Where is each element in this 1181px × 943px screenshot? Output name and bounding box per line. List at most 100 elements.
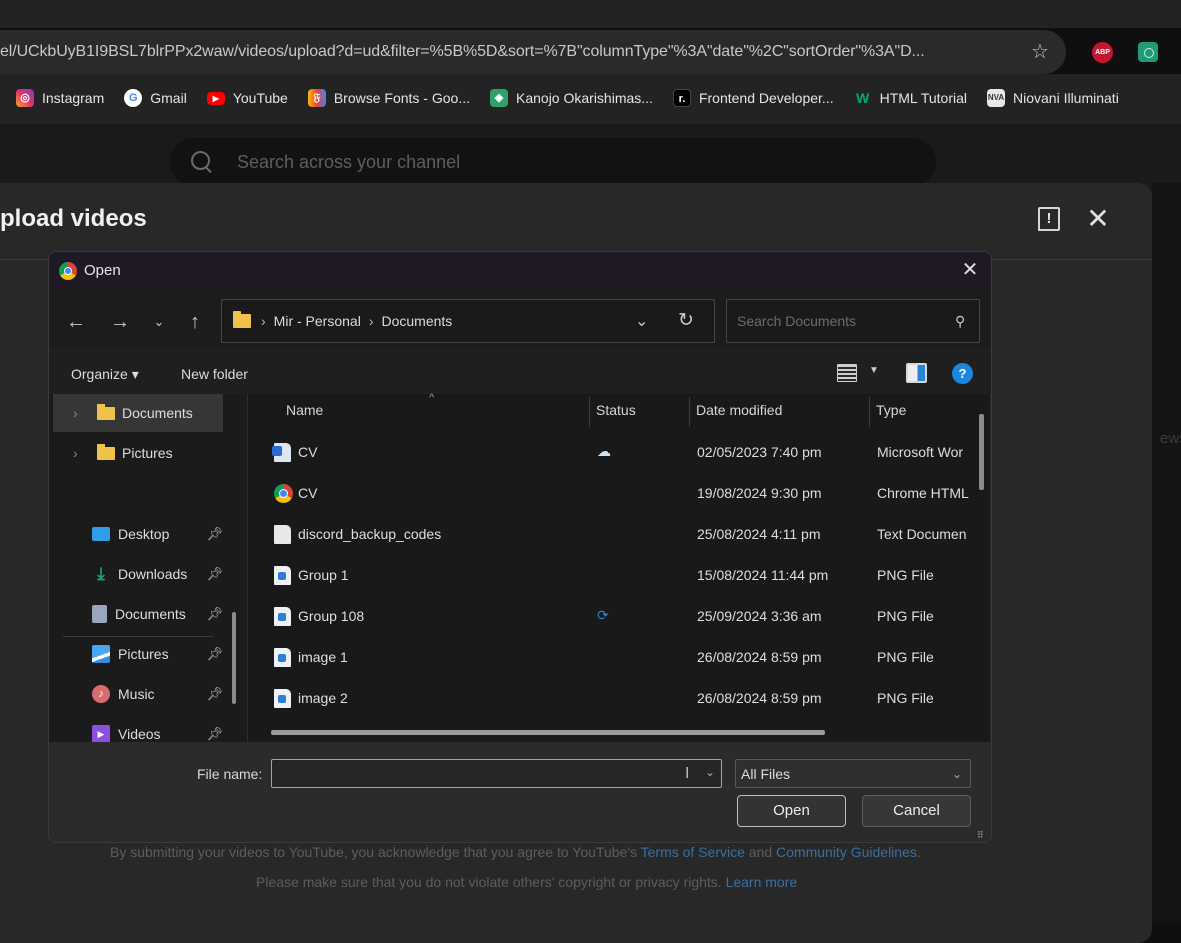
cloud-status-icon: ☁ xyxy=(597,443,611,459)
column-header-type[interactable]: Type xyxy=(876,402,906,418)
nav-tree-documents[interactable]: › Documents xyxy=(53,394,223,432)
view-options-icon[interactable] xyxy=(837,364,857,382)
column-divider[interactable] xyxy=(869,397,870,427)
organize-button[interactable]: Organize ▾ xyxy=(71,366,139,383)
column-divider[interactable] xyxy=(589,397,590,427)
new-folder-button[interactable]: New folder xyxy=(181,366,248,382)
file-row[interactable]: Group 108 ⟳ 25/09/2024 3:36 am PNG File xyxy=(248,596,978,637)
search-icon xyxy=(191,151,213,173)
channel-search-input[interactable]: Search across your channel xyxy=(170,138,936,186)
address-bar[interactable]: el/UCkbUyB1I9BSL7blrPPx2waw/videos/uploa… xyxy=(0,30,1066,74)
quick-access-downloads[interactable]: ⤓ Downloads 📌︎ xyxy=(49,555,225,593)
folder-icon xyxy=(97,443,115,460)
column-divider[interactable] xyxy=(689,397,690,427)
feedback-icon[interactable]: ! xyxy=(1038,207,1060,231)
dialog-close-button[interactable]: ✕ xyxy=(959,259,981,281)
resize-grip-icon[interactable]: ⠿ xyxy=(977,830,987,840)
file-name-input[interactable] xyxy=(271,759,722,788)
chevron-down-icon: ⌄ xyxy=(951,766,962,781)
terms-of-service-link[interactable]: Terms of Service xyxy=(641,844,745,860)
open-button[interactable]: Open xyxy=(737,795,846,827)
breadcrumb-separator: › xyxy=(368,313,374,329)
bookmark-youtube[interactable]: ▶ YouTube xyxy=(206,90,288,106)
close-icon[interactable]: ✕ xyxy=(1085,205,1111,233)
quick-access-desktop[interactable]: Desktop 📌︎ xyxy=(49,515,225,553)
help-icon[interactable]: ? xyxy=(952,363,973,384)
pin-icon[interactable]: 📌︎ xyxy=(206,686,223,702)
youtube-icon: ▶ xyxy=(206,91,225,105)
copyright-notice: Please make sure that you do not violate… xyxy=(256,874,798,890)
preview-pane-icon[interactable] xyxy=(906,363,927,383)
back-arrow-icon[interactable]: ← xyxy=(64,310,88,334)
up-arrow-icon[interactable]: ↑ xyxy=(183,310,207,334)
pin-icon[interactable]: 📌︎ xyxy=(206,646,223,662)
nav-scrollbar[interactable] xyxy=(232,612,236,704)
file-row[interactable]: image 2 26/08/2024 8:59 pm PNG File xyxy=(248,678,978,719)
w3schools-icon: W xyxy=(855,90,870,106)
learn-more-link[interactable]: Learn more xyxy=(726,874,798,890)
bookmark-kanojo[interactable]: ◈ Kanojo Okarishimas... xyxy=(490,89,653,107)
bookmark-google-fonts[interactable]: 𝔉 Browse Fonts - Goo... xyxy=(307,89,470,107)
text-file-icon xyxy=(274,525,291,544)
google-fonts-icon: 𝔉 xyxy=(307,89,326,107)
pin-icon[interactable]: 📌︎ xyxy=(206,726,223,742)
view-options-caret-icon[interactable]: ▼ xyxy=(869,365,879,376)
file-row[interactable]: CV 19/08/2024 9:30 pm Chrome HTML xyxy=(248,473,978,514)
column-header-name[interactable]: Name xyxy=(286,402,323,418)
adblock-extension-icon[interactable]: ABP xyxy=(1092,42,1113,63)
file-row[interactable]: discord_backup_codes 25/08/2024 4:11 pm … xyxy=(248,514,978,555)
png-file-icon xyxy=(274,689,291,708)
file-name-history-chevron-icon[interactable]: ⌄ xyxy=(705,765,715,779)
bookmark-niovani[interactable]: NVA Niovani Illuminati xyxy=(986,89,1119,107)
address-dropdown-chevron-icon[interactable]: ⌄ xyxy=(635,311,648,331)
column-header-status[interactable]: Status xyxy=(596,402,636,418)
breadcrumb-mir-personal[interactable]: Mir - Personal xyxy=(274,313,361,329)
search-documents-input[interactable]: Search Documents ⚲ xyxy=(726,299,980,343)
cancel-button[interactable]: Cancel xyxy=(862,795,971,827)
file-list-vertical-scrollbar[interactable] xyxy=(979,414,984,490)
refresh-icon[interactable]: ↻ xyxy=(678,309,694,332)
png-file-icon xyxy=(274,607,291,626)
file-list-horizontal-scrollbar[interactable] xyxy=(271,730,825,735)
file-type-select[interactable]: All Files ⌄ xyxy=(735,759,971,788)
search-icon: ⚲ xyxy=(954,312,965,329)
folder-icon xyxy=(97,403,115,420)
music-icon: ♪ xyxy=(92,685,110,703)
file-row[interactable]: CV ☁ 02/05/2023 7:40 pm Microsoft Wor xyxy=(248,432,978,473)
chrome-icon xyxy=(59,262,77,280)
quick-access-pictures[interactable]: Pictures 📌︎ xyxy=(49,635,225,673)
file-row[interactable]: Group 1 15/08/2024 11:44 pm PNG File xyxy=(248,555,978,596)
pin-icon[interactable]: 📌︎ xyxy=(206,526,223,542)
google-icon: G xyxy=(124,89,143,107)
chrome-html-icon xyxy=(274,484,293,503)
quick-access-music[interactable]: ♪ Music 📌︎ xyxy=(49,675,225,713)
dialog-titlebar[interactable] xyxy=(49,252,991,290)
bookmark-instagram[interactable]: ◎ Instagram xyxy=(16,89,104,107)
png-file-icon xyxy=(274,648,291,667)
file-row[interactable]: image 1 26/08/2024 8:59 pm PNG File xyxy=(248,637,978,678)
url-text[interactable]: el/UCkbUyB1I9BSL7blrPPx2waw/videos/uploa… xyxy=(0,43,1015,61)
pin-icon[interactable]: 📌︎ xyxy=(206,606,223,622)
bookmark-frontend-mentor[interactable]: r. Frontend Developer... xyxy=(672,89,834,107)
text-cursor-icon: I xyxy=(685,765,690,782)
nav-tree-pictures[interactable]: › Pictures xyxy=(49,434,239,472)
pin-icon[interactable]: 📌︎ xyxy=(206,566,223,582)
page-background-right xyxy=(1152,183,1181,923)
legal-notice: By submitting your videos to YouTube, yo… xyxy=(110,844,921,860)
forward-arrow-icon[interactable]: → xyxy=(108,310,132,334)
expand-chevron-icon[interactable]: › xyxy=(73,405,85,421)
desktop-icon xyxy=(92,527,110,541)
breadcrumb-documents[interactable]: Documents xyxy=(381,313,452,329)
chatgpt-extension-icon[interactable] xyxy=(1138,42,1158,62)
recent-locations-chevron-icon[interactable]: ⌄ xyxy=(147,310,171,334)
quick-access-videos[interactable]: ▶ Videos 📌︎ xyxy=(49,715,225,742)
expand-chevron-icon[interactable]: › xyxy=(73,445,85,461)
community-guidelines-link[interactable]: Community Guidelines xyxy=(776,844,917,860)
sync-status-icon: ⟳ xyxy=(597,607,609,623)
star-icon[interactable]: ☆ xyxy=(1028,40,1052,64)
bookmark-gmail[interactable]: G Gmail xyxy=(124,89,187,107)
quick-access-documents[interactable]: Documents 📌︎ xyxy=(49,595,225,633)
folder-icon xyxy=(233,311,251,328)
column-header-date-modified[interactable]: Date modified xyxy=(696,402,782,418)
bookmark-html-tutorial[interactable]: W HTML Tutorial xyxy=(854,89,967,107)
